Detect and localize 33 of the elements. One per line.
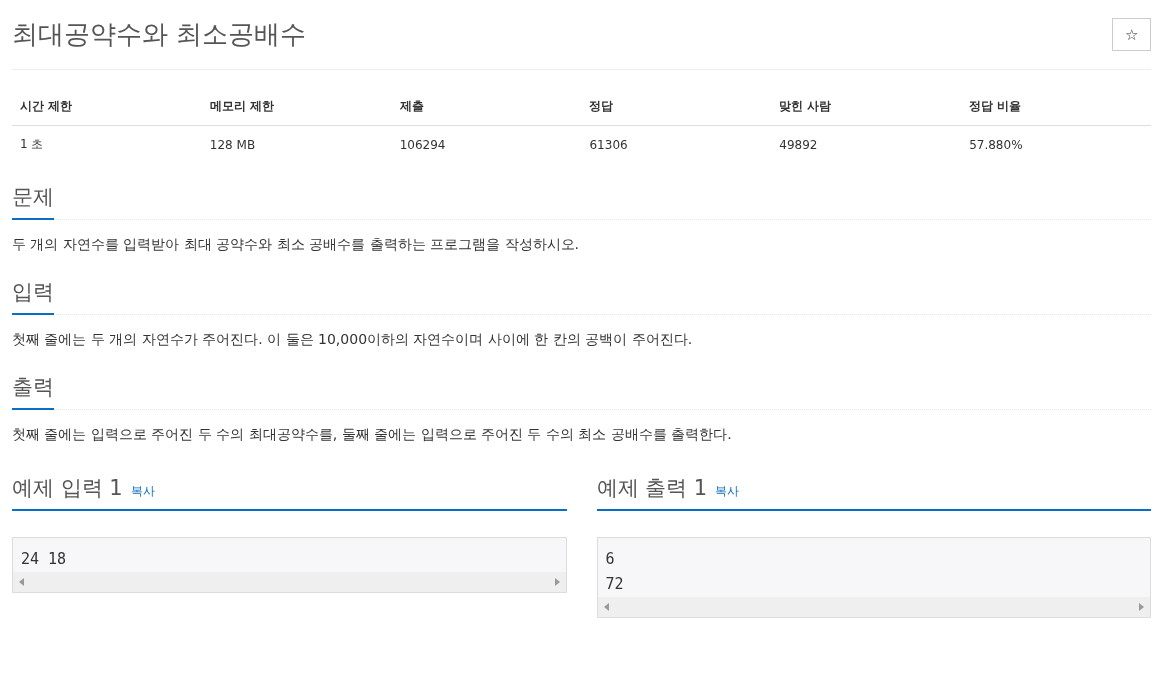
column-header: 제출 bbox=[391, 88, 582, 126]
table-cell: 128 MB bbox=[201, 125, 392, 163]
sample-heading: 예제 출력 1 bbox=[596, 475, 708, 502]
code-line: 24 18 bbox=[21, 549, 68, 570]
column-header: 정답 bbox=[581, 88, 772, 126]
copy-link[interactable]: 복사 bbox=[130, 483, 155, 500]
scroll-right-icon[interactable] bbox=[554, 578, 560, 586]
table-cell: 57.880% bbox=[961, 125, 1151, 163]
table-cell: 49892 bbox=[771, 125, 962, 163]
horizontal-scrollbar[interactable] bbox=[13, 572, 566, 592]
section-text: 두 개의 자연수를 입력받아 최대 공약수와 최소 공배수를 출력하는 프로그램을 작성하시오. bbox=[12, 235, 580, 254]
section-heading: 출력 bbox=[12, 367, 54, 410]
page-title: 최대공약수와 최소공배수 bbox=[12, 18, 307, 51]
table-cell: 1 초 bbox=[12, 125, 202, 163]
code-line: 6 bbox=[605, 549, 616, 570]
sample-heading: 예제 입력 1 bbox=[12, 475, 123, 502]
scroll-left-icon[interactable] bbox=[603, 603, 609, 611]
column-header: 시간 제한 bbox=[12, 88, 202, 126]
copy-link[interactable]: 복사 bbox=[715, 483, 740, 500]
section-text: 첫째 줄에는 두 개의 자연수가 주어진다. 이 둘은 10,000이하의 자연수이며 사이에 한 칸의 공백이 주어진다. bbox=[12, 330, 694, 349]
code-line: 72 bbox=[605, 574, 625, 595]
section-heading: 문제 bbox=[12, 177, 54, 220]
scroll-right-icon[interactable] bbox=[1139, 603, 1144, 611]
scroll-left-icon[interactable] bbox=[19, 578, 24, 586]
table-cell: 106294 bbox=[391, 125, 582, 163]
star-button[interactable]: ☆ bbox=[1112, 18, 1151, 51]
section-text: 첫째 줄에는 입력으로 주어진 두 수의 최대공약수를, 둘째 줄에는 입력으로 주어진 두 수의 최소 공배수를 출력한다. bbox=[12, 425, 733, 444]
table-cell: 61306 bbox=[581, 125, 772, 163]
horizontal-scrollbar[interactable] bbox=[597, 597, 1150, 617]
section-heading: 입력 bbox=[12, 272, 54, 315]
column-header: 메모리 제한 bbox=[201, 88, 392, 126]
column-header: 맞힌 사람 bbox=[771, 88, 962, 126]
column-header: 정답 비율 bbox=[961, 88, 1151, 126]
